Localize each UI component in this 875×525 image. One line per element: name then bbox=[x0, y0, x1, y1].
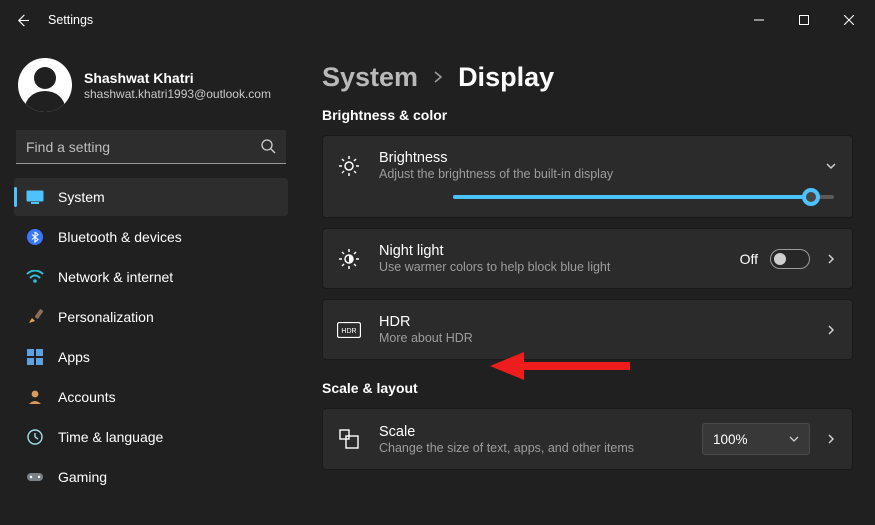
search-input[interactable] bbox=[16, 130, 286, 164]
personalization-icon bbox=[26, 308, 44, 326]
toggle-switch[interactable] bbox=[770, 249, 810, 269]
hdr-icon: HDR bbox=[337, 318, 361, 342]
nav-label: System bbox=[58, 189, 105, 205]
search-box[interactable] bbox=[16, 130, 286, 164]
maximize-button[interactable] bbox=[781, 4, 826, 36]
breadcrumb-current: Display bbox=[458, 62, 554, 93]
nav-item-bluetooth[interactable]: Bluetooth & devices bbox=[14, 218, 288, 256]
time-icon bbox=[26, 428, 44, 446]
nav-label: Accounts bbox=[58, 389, 116, 405]
chevron-down-icon[interactable] bbox=[824, 159, 838, 173]
nav-item-accounts[interactable]: Accounts bbox=[14, 378, 288, 416]
bluetooth-icon bbox=[26, 228, 44, 246]
search-icon bbox=[260, 138, 276, 159]
scale-desc: Change the size of text, apps, and other… bbox=[379, 441, 684, 455]
nav-item-network[interactable]: Network & internet bbox=[14, 258, 288, 296]
breadcrumb: System Display bbox=[322, 62, 853, 93]
nav-label: Time & language bbox=[58, 429, 163, 445]
nav-label: Gaming bbox=[58, 469, 107, 485]
section-scale-layout: Scale & layout bbox=[322, 380, 853, 396]
nav-item-gaming[interactable]: Gaming bbox=[14, 458, 288, 496]
night-light-desc: Use warmer colors to help block blue lig… bbox=[379, 260, 722, 274]
nav-list: System Bluetooth & devices Network & int… bbox=[14, 178, 288, 496]
apps-icon bbox=[26, 348, 44, 366]
scale-card[interactable]: Scale Change the size of text, apps, and… bbox=[322, 408, 853, 470]
sidebar: Shashwat Khatri shashwat.khatri1993@outl… bbox=[0, 40, 300, 525]
window-title: Settings bbox=[48, 13, 93, 27]
scale-dropdown[interactable]: 100% bbox=[702, 423, 810, 455]
network-icon bbox=[26, 268, 44, 286]
titlebar: Settings bbox=[0, 0, 875, 40]
user-block[interactable]: Shashwat Khatri shashwat.khatri1993@outl… bbox=[18, 58, 284, 112]
content-pane: System Display Brightness & color Bright… bbox=[300, 40, 875, 525]
accounts-icon bbox=[26, 388, 44, 406]
brightness-desc: Adjust the brightness of the built-in di… bbox=[379, 167, 806, 181]
svg-text:HDR: HDR bbox=[341, 328, 356, 335]
night-light-title: Night light bbox=[379, 243, 722, 259]
night-light-toggle[interactable]: Off bbox=[740, 249, 810, 269]
scale-value: 100% bbox=[713, 432, 748, 447]
avatar bbox=[18, 58, 72, 112]
hdr-title: HDR bbox=[379, 314, 806, 330]
chevron-right-icon bbox=[432, 67, 444, 88]
minimize-button[interactable] bbox=[736, 4, 781, 36]
close-button[interactable] bbox=[826, 4, 871, 36]
nav-item-apps[interactable]: Apps bbox=[14, 338, 288, 376]
breadcrumb-parent[interactable]: System bbox=[322, 62, 418, 93]
toggle-label: Off bbox=[740, 251, 758, 267]
brightness-title: Brightness bbox=[379, 150, 806, 166]
nav-item-personalization[interactable]: Personalization bbox=[14, 298, 288, 336]
brightness-card[interactable]: Brightness Adjust the brightness of the … bbox=[322, 135, 853, 218]
scale-icon bbox=[337, 427, 361, 451]
brightness-icon bbox=[337, 154, 361, 178]
slider-thumb[interactable] bbox=[802, 188, 820, 206]
hdr-desc: More about HDR bbox=[379, 331, 806, 345]
nav-item-system[interactable]: System bbox=[14, 178, 288, 216]
nav-item-time-language[interactable]: Time & language bbox=[14, 418, 288, 456]
nav-label: Apps bbox=[58, 349, 90, 365]
user-name: Shashwat Khatri bbox=[84, 70, 271, 86]
back-button[interactable] bbox=[4, 2, 40, 38]
user-email: shashwat.khatri1993@outlook.com bbox=[84, 87, 271, 101]
gaming-icon bbox=[26, 468, 44, 486]
night-light-icon bbox=[337, 247, 361, 271]
chevron-right-icon[interactable] bbox=[824, 252, 838, 266]
section-brightness-color: Brightness & color bbox=[322, 107, 853, 123]
chevron-right-icon[interactable] bbox=[824, 323, 838, 337]
brightness-slider[interactable] bbox=[453, 195, 834, 199]
chevron-right-icon[interactable] bbox=[824, 432, 838, 446]
scale-title: Scale bbox=[379, 424, 684, 440]
nav-label: Network & internet bbox=[58, 269, 173, 285]
nav-label: Bluetooth & devices bbox=[58, 229, 182, 245]
night-light-card[interactable]: Night light Use warmer colors to help bl… bbox=[322, 228, 853, 289]
system-icon bbox=[26, 188, 44, 206]
hdr-card[interactable]: HDR HDR More about HDR bbox=[322, 299, 853, 360]
nav-label: Personalization bbox=[58, 309, 154, 325]
